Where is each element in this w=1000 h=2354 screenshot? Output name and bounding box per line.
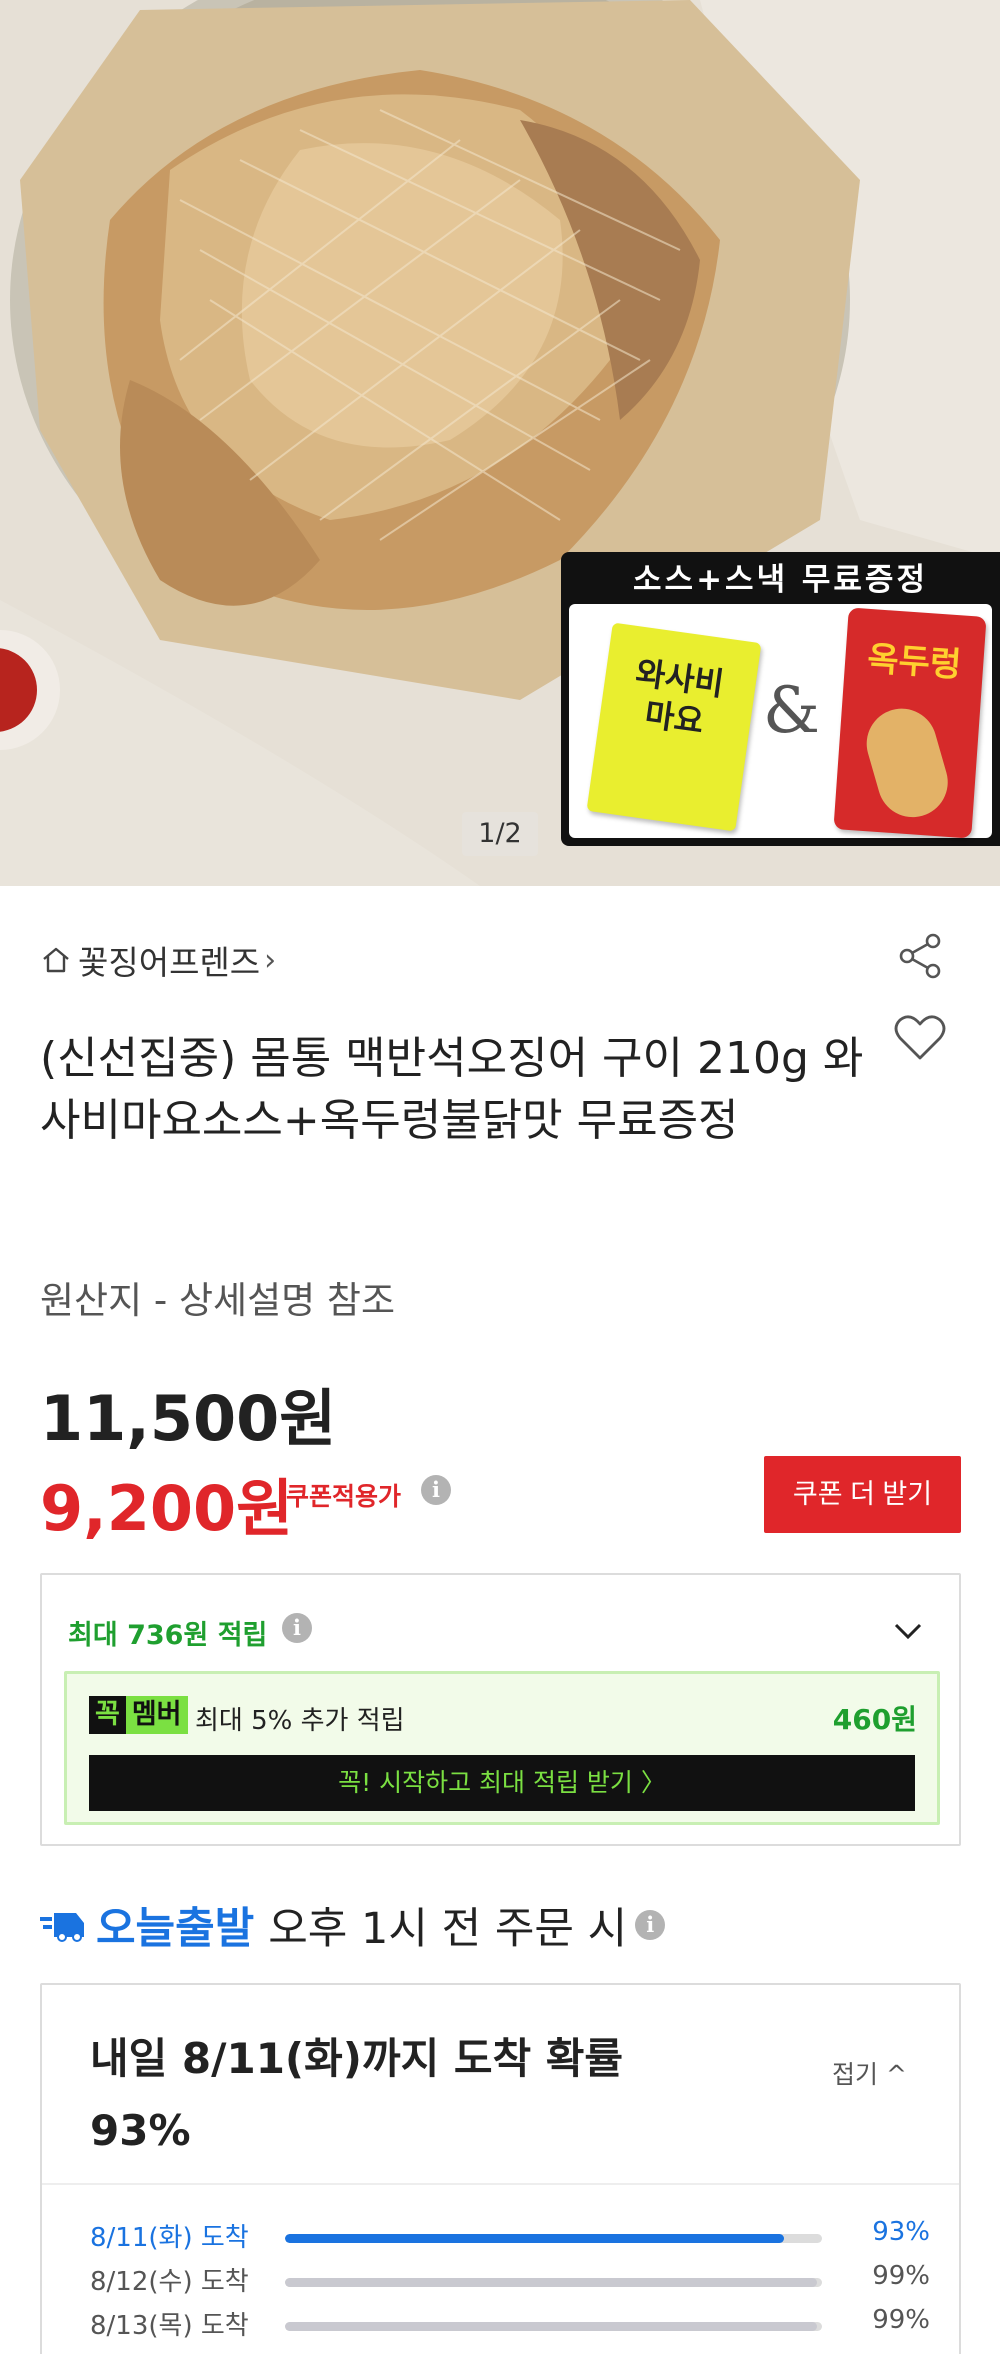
member-badge: 꼭 멤버 [89, 1696, 188, 1734]
probability-bar-fill [285, 2278, 817, 2287]
max-reward-amount: 736원 [127, 1620, 209, 1651]
sale-price: 9,200원 [40, 1472, 294, 1545]
probability-bar [285, 2234, 822, 2243]
arrival-probability-title: 내일 8/11(화)까지 도착 확률 93% [90, 2034, 624, 2155]
arrival-date: 8/11(화) 도착 [90, 2223, 249, 2253]
store-link[interactable]: 꽃징어프렌즈 › [40, 936, 276, 984]
store-name: 꽃징어프렌즈 [78, 943, 261, 982]
arrival-probability-row: 8/11(화) 도착 93% [90, 2217, 930, 2257]
probability-bar-fill [285, 2234, 785, 2243]
today-shipping-header: 오늘출발 오후 1시 전 주문 시 i [40, 1894, 666, 1956]
shipping-condition: 오후 1시 전 주문 시 [268, 1904, 628, 1954]
info-icon[interactable]: i [282, 1613, 312, 1643]
snack-label: 옥두렁 [866, 638, 963, 686]
arrival-date: 8/13(목) 도착 [90, 2311, 249, 2341]
member-reward-box: 꼭 멤버 최대 5% 추가 적립 460원 꼭! 시작하고 최대 적립 받기 〉 [64, 1671, 940, 1825]
today-shipping-brand: 오늘출발 [96, 1904, 255, 1954]
share-icon [899, 933, 941, 979]
probability-bar [285, 2278, 822, 2287]
promo-gift-items: 와사비 마요 & 옥두렁 [569, 604, 992, 839]
wishlist-button[interactable] [892, 1010, 948, 1066]
member-extra-reward-text: 최대 5% 추가 적립 [195, 1706, 405, 1736]
arrival-probability-row: 8/13(목) 도착 99% [90, 2305, 930, 2345]
info-icon[interactable]: i [421, 1475, 451, 1505]
reward-points-box: 최대 736원 적립 i 꼭 멤버 최대 5% 추가 적립 460원 꼭! 시작하… [40, 1573, 961, 1846]
collapse-toggle[interactable]: 접기 ^ [832, 2055, 907, 2091]
home-icon [43, 947, 69, 973]
image-page-indicator: 1/2 [462, 812, 538, 856]
ampersand: & [763, 674, 820, 748]
free-gift-promo-banner: 소스+스낵 무료증정 와사비 마요 & 옥두렁 [561, 552, 1000, 846]
fast-delivery-icon [40, 1913, 84, 1942]
heart-icon [894, 1015, 946, 1060]
max-reward-text: 최대 736원 적립 [68, 1620, 268, 1651]
chevron-right-icon: › [264, 942, 277, 978]
arrival-percent: 99% [872, 2305, 930, 2335]
arrival-percent: 93% [872, 2217, 930, 2247]
product-title: (신선집중) 몸통 맥반석오징어 구이 210g 와사비마요소스+옥두렁불닭맛 … [40, 1033, 864, 1146]
arrival-percent: 99% [872, 2261, 930, 2291]
arrival-probability-box: 내일 8/11(화)까지 도착 확률 93% 접기 ^ 8/11(화) 도착 9… [40, 1983, 961, 2354]
probability-bar-fill [285, 2322, 817, 2331]
sauce-label: 와사비 마요 [633, 653, 727, 741]
okdureong-snack-bag: 옥두렁 [833, 607, 987, 839]
chevron-down-icon[interactable] [888, 1611, 928, 1651]
get-more-coupons-button[interactable]: 쿠폰 더 받기 [764, 1456, 961, 1533]
product-image-gallery[interactable]: 소스+스낵 무료증정 와사비 마요 & 옥두렁 1/2 [0, 0, 1000, 886]
coupon-price-label: 쿠폰적용가 [286, 1482, 402, 1511]
arrival-date: 8/12(수) 도착 [90, 2267, 249, 2297]
wasabi-mayo-sauce-packet: 와사비 마요 [586, 622, 762, 832]
original-price: 11,500원 [40, 1382, 337, 1455]
divider [42, 2183, 959, 2185]
arrival-probability-row: 8/12(수) 도착 99% [90, 2261, 930, 2301]
origin-info: 원산지 - 상세설명 참조 [40, 1279, 395, 1322]
start-membership-button[interactable]: 꼭! 시작하고 최대 적립 받기 〉 [89, 1755, 915, 1811]
member-reward-amount: 460원 [832, 1703, 917, 1736]
info-icon[interactable]: i [635, 1910, 666, 1940]
promo-title: 소스+스낵 무료증정 [633, 562, 928, 598]
share-button[interactable] [892, 928, 948, 984]
peanut-graphic [858, 700, 957, 826]
probability-bar [285, 2322, 822, 2331]
